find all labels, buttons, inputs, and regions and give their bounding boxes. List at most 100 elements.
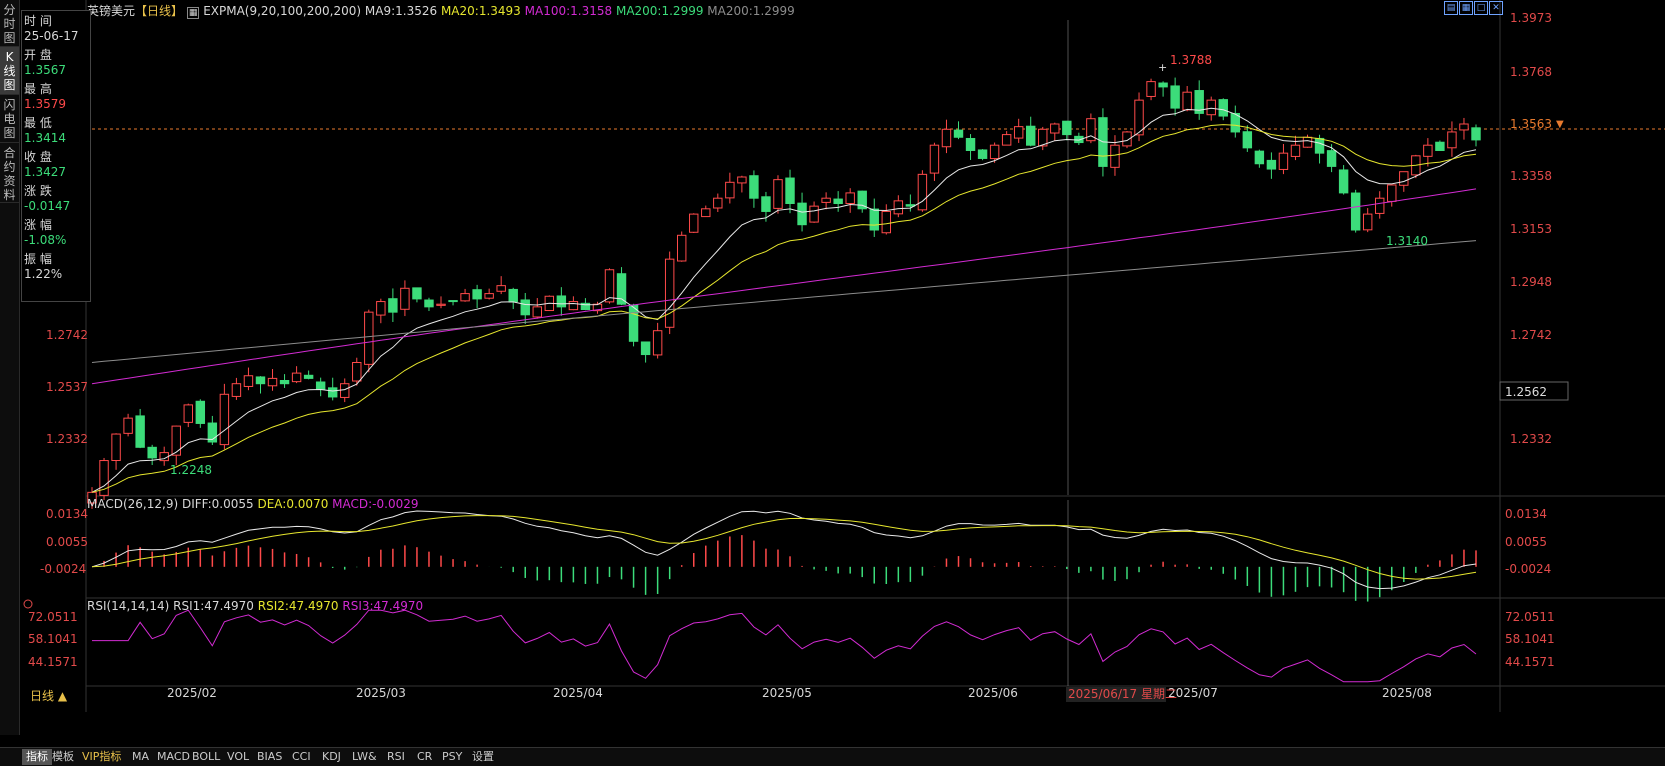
month-tick: 2025/08	[1382, 686, 1432, 700]
indicator-tab[interactable]: MA	[132, 749, 149, 765]
indicator-tab[interactable]: CR	[417, 749, 432, 765]
candle-up	[1206, 99, 1216, 116]
candle-up	[664, 258, 675, 328]
candle-down	[628, 304, 639, 342]
candle-up	[1182, 91, 1192, 111]
candle-up	[1278, 152, 1289, 170]
rsi-panel	[92, 609, 1477, 683]
grid-icon[interactable]: ▦	[1459, 1, 1473, 15]
candle-down	[327, 387, 338, 398]
amp-label: 振 幅	[24, 252, 52, 266]
indicator-tab[interactable]: 模板	[52, 749, 74, 765]
change-label: 涨 跌	[24, 184, 52, 198]
candle-up	[183, 404, 193, 423]
rsi-settings-icon[interactable]	[23, 599, 33, 609]
rsi-tick-left: 58.1041	[28, 632, 78, 646]
candle-down	[303, 374, 314, 379]
price-tick: 1.2332	[1510, 432, 1552, 446]
indicator-tab[interactable]: MACD	[157, 749, 190, 765]
candle-down	[135, 415, 145, 448]
ma200-value: MA200:1.2999	[615, 4, 704, 18]
ma20-value: MA20:1.3493	[440, 4, 521, 18]
period-label: 【日线】	[135, 4, 184, 18]
rsi-tick-right: 58.1041	[1505, 632, 1555, 646]
indicator-tab[interactable]: LW&	[352, 749, 377, 765]
high-marker-icon: +	[1158, 61, 1167, 74]
macd-axis: 0.0134 0.0055 -0.0024 0.0134 0.0055 -0.0…	[40, 507, 1551, 576]
high-value: 1.3579	[24, 97, 66, 111]
candle-down	[315, 381, 326, 390]
candle-down	[1471, 127, 1481, 141]
fullscreen-icon[interactable]: □	[1474, 1, 1488, 15]
candle-down	[1435, 141, 1445, 152]
candle-up	[737, 176, 747, 184]
candle-down	[749, 175, 759, 199]
candle-down	[147, 446, 157, 459]
candle-down	[1338, 169, 1349, 194]
price-tick: 1.3153	[1510, 222, 1552, 236]
price-axis-left: 1.2742 1.2537 1.2332	[46, 328, 88, 446]
info-panel: 时 间 25-06-17 开 盘 1.3567 最 高 1.3579 最 低 1…	[21, 10, 91, 302]
price-tick-left: 1.2742	[46, 328, 88, 342]
open-label: 开 盘	[24, 48, 52, 62]
candle-up	[496, 285, 506, 292]
high-annotation: 1.3788	[1170, 53, 1212, 67]
candle-up	[676, 234, 687, 262]
rsi-legend: RSI(14,14,14) RSI1:47.4970 RSI2:47.4970 …	[87, 599, 423, 613]
candle-up	[701, 208, 711, 218]
indicator-tab[interactable]: CCI	[292, 749, 311, 765]
price-tick: 1.3358	[1510, 169, 1552, 183]
candle-up	[484, 293, 494, 299]
indicator-tab[interactable]: BIAS	[257, 749, 282, 765]
macd-panel	[91, 510, 1477, 602]
candle-down	[869, 208, 879, 231]
close-value: 1.3427	[24, 165, 66, 179]
time-label: 时 间	[24, 14, 52, 28]
indicator-tab[interactable]: BOLL	[192, 749, 220, 765]
macd-dea: DEA:0.0070	[257, 497, 329, 511]
macd-tick-right: 0.0055	[1505, 535, 1547, 549]
indicator-tab-bar: 指标 模板 VIP指标 MA MACD BOLL VOL BIAS CCI KDJ LW& RSI CR…	[0, 747, 1665, 766]
price-axis: 1.3973 1.3768 1.3358 1.3153 1.2948 1.274…	[1510, 11, 1552, 446]
indicator-tab[interactable]: VIP指标	[82, 749, 121, 765]
candle-down	[761, 196, 771, 212]
candle-up	[1447, 131, 1457, 149]
price-tick-left: 1.2537	[46, 380, 88, 394]
indicator-tab[interactable]: VOL	[227, 749, 249, 765]
indicator-tab[interactable]: KDJ	[322, 749, 341, 765]
candle-up	[364, 311, 374, 365]
main-legend: 英镑美元【日线】 ▦ EXPMA(9,20,100,200,200) MA9:1…	[87, 2, 795, 19]
candle-down	[977, 149, 988, 159]
ma100-line	[91, 188, 1477, 385]
ma100-value: MA100:1.3158	[524, 4, 613, 18]
candle-up	[725, 181, 735, 199]
candle-up	[352, 362, 362, 382]
rsi-name: RSI(14,14,14)	[87, 599, 170, 613]
price-tick-left: 1.2332	[46, 432, 88, 446]
ma9-value: MA9:1.3526	[364, 4, 438, 18]
indicator-tab[interactable]: RSI	[387, 749, 405, 765]
close-icon[interactable]: ✕	[1489, 1, 1503, 15]
candle-up	[111, 433, 121, 461]
candle-up	[604, 269, 615, 303]
candle-up	[1399, 171, 1409, 186]
candle-up	[123, 417, 133, 434]
candle-down	[195, 400, 206, 424]
candle-up	[929, 144, 940, 174]
candle-down	[1254, 150, 1265, 165]
indicator-tab[interactable]: 指标	[22, 749, 52, 765]
price-marker-icon: ▼	[1556, 119, 1564, 130]
kline-chart[interactable]: 1.3973 1.3768 1.3358 1.3153 1.2948 1.274…	[0, 0, 1665, 747]
candle-down	[1062, 120, 1072, 136]
layout-icon[interactable]: ▤	[1444, 1, 1458, 15]
candle-down	[616, 273, 627, 305]
macd-tick-left: 0.0134	[46, 507, 88, 521]
month-tick: 2025/05	[762, 686, 812, 700]
indicator-tab[interactable]: PSY	[442, 749, 462, 765]
period-button[interactable]: 日线 ▲	[30, 689, 68, 703]
indicator-tab[interactable]: 设置	[472, 749, 494, 765]
candle-up	[652, 330, 663, 356]
indicator-icon[interactable]: ▦	[186, 7, 200, 19]
candle-down	[953, 129, 964, 138]
candle-down	[1242, 131, 1253, 149]
